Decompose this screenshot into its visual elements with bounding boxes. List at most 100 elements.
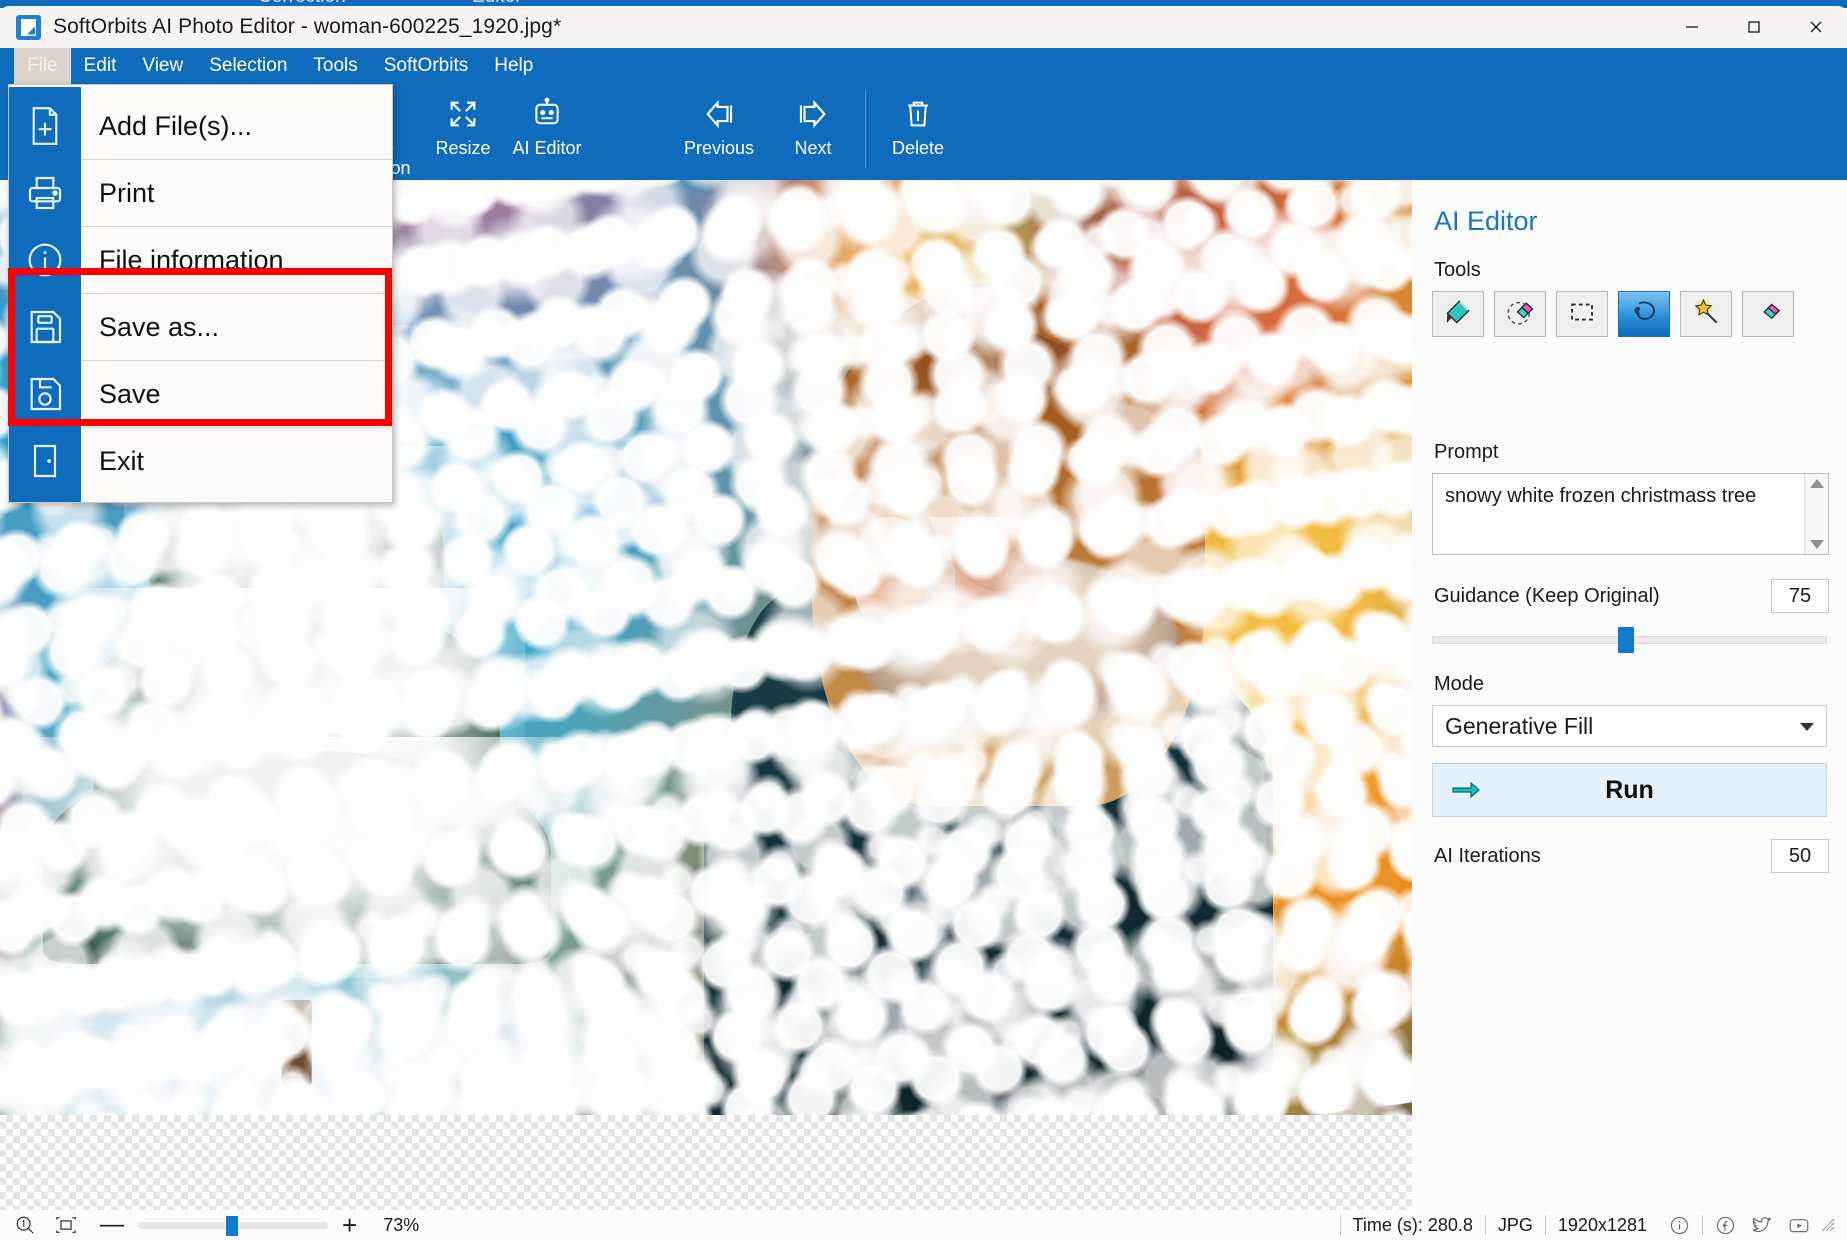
guidance-slider-thumb[interactable] xyxy=(1618,627,1634,653)
guidance-value-field[interactable]: 75 xyxy=(1771,579,1829,613)
ribbon-button-resize[interactable]: Resize xyxy=(421,84,505,170)
panel-title: AI Editor xyxy=(1434,206,1538,236)
file-menu-label-exit: Exit xyxy=(81,428,392,494)
youtube-icon[interactable] xyxy=(1787,1215,1811,1236)
exit-door-icon xyxy=(9,428,81,494)
menu-item-help[interactable]: Help xyxy=(481,48,546,84)
magic-wand-tool[interactable] xyxy=(1680,291,1732,337)
menu-item-tools[interactable]: Tools xyxy=(300,48,370,84)
tools-label: Tools xyxy=(1434,259,1481,281)
menu-item-edit[interactable]: Edit xyxy=(71,48,130,84)
robot-icon xyxy=(530,92,564,136)
scroll-up-icon[interactable] xyxy=(1809,479,1824,488)
ribbon-label-ai-editor: AI Editor xyxy=(512,138,582,158)
fit-to-window-icon[interactable] xyxy=(54,1214,78,1236)
prompt-value[interactable]: snowy white frozen christmass tree xyxy=(1433,474,1804,554)
status-bar: — + 73% Time (s): 280.8 JPG 1920x1281 xyxy=(0,1210,1847,1240)
prompt-label: Prompt xyxy=(1434,441,1499,463)
arrow-right-icon xyxy=(796,92,830,136)
dashed-rectangle-icon xyxy=(1567,297,1597,332)
ribbon-label-resize: Resize xyxy=(435,138,491,158)
prompt-scrollbar[interactable] xyxy=(1804,474,1828,554)
trash-icon xyxy=(901,92,935,136)
mode-select[interactable]: Generative Fill xyxy=(1432,705,1827,747)
arrow-right-teal-icon xyxy=(1451,779,1481,806)
file-menu-item-file-information[interactable]: File information xyxy=(9,227,392,293)
chevron-down-icon[interactable] xyxy=(1800,723,1814,731)
menu-item-view[interactable]: View xyxy=(129,48,196,84)
run-button[interactable]: Run xyxy=(1432,763,1827,817)
lasso-tool[interactable] xyxy=(1618,291,1670,337)
file-menu-item-save[interactable]: Save xyxy=(9,361,392,427)
ribbon-button-previous[interactable]: Previous xyxy=(667,84,771,170)
eraser-tool[interactable] xyxy=(1494,291,1546,337)
guidance-label: Guidance (Keep Original) xyxy=(1434,584,1660,607)
printer-icon xyxy=(9,160,81,226)
zoom-out-button[interactable]: — xyxy=(100,1211,124,1239)
window-controls xyxy=(1661,6,1847,48)
file-menu-item-add-files[interactable]: Add File(s)... xyxy=(9,93,392,159)
zoom-1-to-1-icon[interactable] xyxy=(14,1214,36,1236)
brush-tool[interactable] xyxy=(1432,291,1484,337)
floppy-disk-icon xyxy=(9,294,81,360)
info-circle-icon xyxy=(9,227,81,293)
ribbon-button-ai-editor[interactable]: AI Editor xyxy=(505,84,589,170)
menu-item-help-label: Help xyxy=(494,55,534,76)
menu-item-view-label: View xyxy=(142,55,184,76)
zoom-slider-thumb[interactable] xyxy=(226,1216,238,1236)
file-menu-item-save-as[interactable]: Save as... xyxy=(9,294,392,360)
guidance-slider[interactable] xyxy=(1432,627,1827,653)
twitter-icon[interactable] xyxy=(1750,1215,1773,1236)
menu-item-file[interactable]: File xyxy=(14,48,71,84)
ai-iterations-field[interactable]: 50 xyxy=(1771,839,1829,873)
menu-item-tools-label: Tools xyxy=(313,55,358,76)
ribbon-button-delete[interactable]: Delete xyxy=(876,84,960,170)
file-add-icon xyxy=(9,93,81,159)
file-menu-label-save-as: Save as... xyxy=(81,294,392,360)
save-disk-icon xyxy=(9,361,81,427)
file-menu-item-print[interactable]: Print xyxy=(9,160,392,226)
maximize-button[interactable] xyxy=(1723,6,1785,48)
ribbon-label-previous: Previous xyxy=(683,138,755,158)
zoom-level-value: 73% xyxy=(383,1214,420,1235)
window-title: SoftOrbits AI Photo Editor - woman-60022… xyxy=(53,15,562,38)
ai-editor-panel: AI Editor Tools Prompt snowy white froze… xyxy=(1412,180,1847,1210)
magic-wand-icon xyxy=(1691,297,1721,332)
info-icon[interactable] xyxy=(1669,1215,1690,1236)
close-button[interactable] xyxy=(1785,6,1847,48)
file-menu-label-print: Print xyxy=(81,160,392,226)
zoom-slider[interactable] xyxy=(138,1216,328,1236)
facebook-icon[interactable] xyxy=(1715,1215,1736,1236)
menu-item-selection[interactable]: Selection xyxy=(196,48,300,84)
scroll-down-icon[interactable] xyxy=(1809,540,1824,549)
menu-bar: File Edit View Selection Tools SoftOrbit… xyxy=(0,48,1847,84)
fill-eraser-tool[interactable] xyxy=(1742,291,1794,337)
menu-item-edit-label: Edit xyxy=(83,55,117,76)
eraser-circle-icon xyxy=(1505,297,1535,332)
prompt-input[interactable]: snowy white frozen christmass tree xyxy=(1432,473,1829,555)
file-menu-label-add-files: Add File(s)... xyxy=(81,93,392,159)
mode-label: Mode xyxy=(1434,673,1485,695)
tools-row xyxy=(1432,291,1829,337)
ribbon-label-next: Next xyxy=(794,138,832,158)
minimize-button[interactable] xyxy=(1661,6,1723,48)
resize-grip[interactable] xyxy=(1821,1218,1835,1232)
color-eraser-icon xyxy=(1753,297,1783,332)
file-menu-item-exit[interactable]: Exit xyxy=(9,428,392,494)
application-window: Correction Editor SoftOrbits AI Photo Ed… xyxy=(0,0,1847,1240)
menu-item-file-label: File xyxy=(27,55,58,76)
ribbon-button-next[interactable]: Next xyxy=(771,84,855,170)
zoom-in-button[interactable]: + xyxy=(342,1210,357,1240)
image-dimensions: 1920x1281 xyxy=(1557,1214,1647,1235)
ai-iterations-label: AI Iterations xyxy=(1434,844,1541,867)
menu-item-softorbits[interactable]: SoftOrbits xyxy=(371,48,481,84)
file-menu-label-save: Save xyxy=(81,361,392,427)
file-menu-dropdown[interactable]: Add File(s)... Print File information Sa… xyxy=(8,84,393,503)
run-button-label: Run xyxy=(1605,775,1654,804)
rectangle-select-tool[interactable] xyxy=(1556,291,1608,337)
lasso-icon xyxy=(1629,297,1659,332)
file-format: JPG xyxy=(1497,1214,1533,1235)
app-icon xyxy=(16,14,41,40)
ribbon-divider-2 xyxy=(865,90,866,168)
ribbon-label-delete: Delete xyxy=(891,138,945,158)
